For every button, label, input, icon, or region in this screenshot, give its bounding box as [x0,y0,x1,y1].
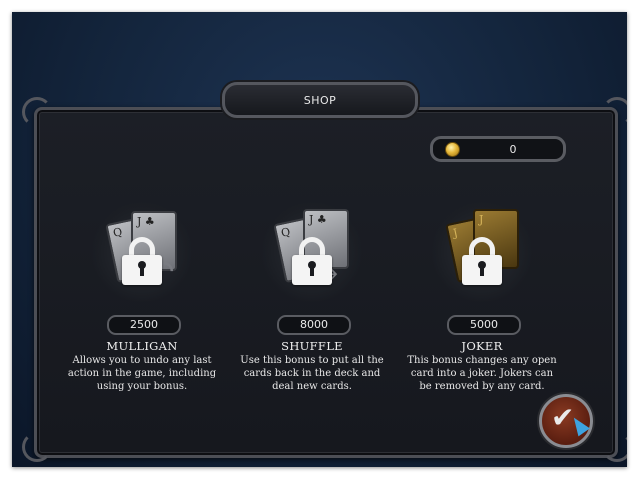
shop-title-plate: SHOP [222,82,418,118]
shop-title: SHOP [303,93,337,107]
lock-icon [462,237,502,285]
coin-icon [445,141,460,157]
ornament-curl [22,432,52,462]
lock-icon [292,237,332,285]
item-description: Allows you to undo any last action in th… [67,355,217,392]
lock-icon [122,237,162,285]
ornament-curl [22,97,52,127]
item-price: 2500 [107,315,181,335]
joker-art: J J [427,197,537,307]
mulligan-art: Q J ♣ ↶ [87,197,197,307]
coin-balance: 0 [430,136,566,162]
ornament-curl [602,97,627,127]
item-name: MULLIGAN [106,339,178,353]
item-price: 8000 [277,315,351,335]
item-description: This bonus changes any open card into a … [407,355,557,392]
item-name: JOKER [461,339,503,353]
item-name: SHUFFLE [281,339,343,353]
game-screen: SHOP 0 Q J ♣ ↶ 2500 MULLIGAN Allows you … [12,12,627,467]
shuffle-art: Q J ♣ ⤷ [257,197,367,307]
coin-balance-value: 0 [509,142,517,156]
item-price: 5000 [447,315,521,335]
ornament-curl [602,432,627,462]
item-description: Use this bonus to put all the cards back… [240,355,384,392]
checkmark-icon: ✔ [551,401,575,434]
